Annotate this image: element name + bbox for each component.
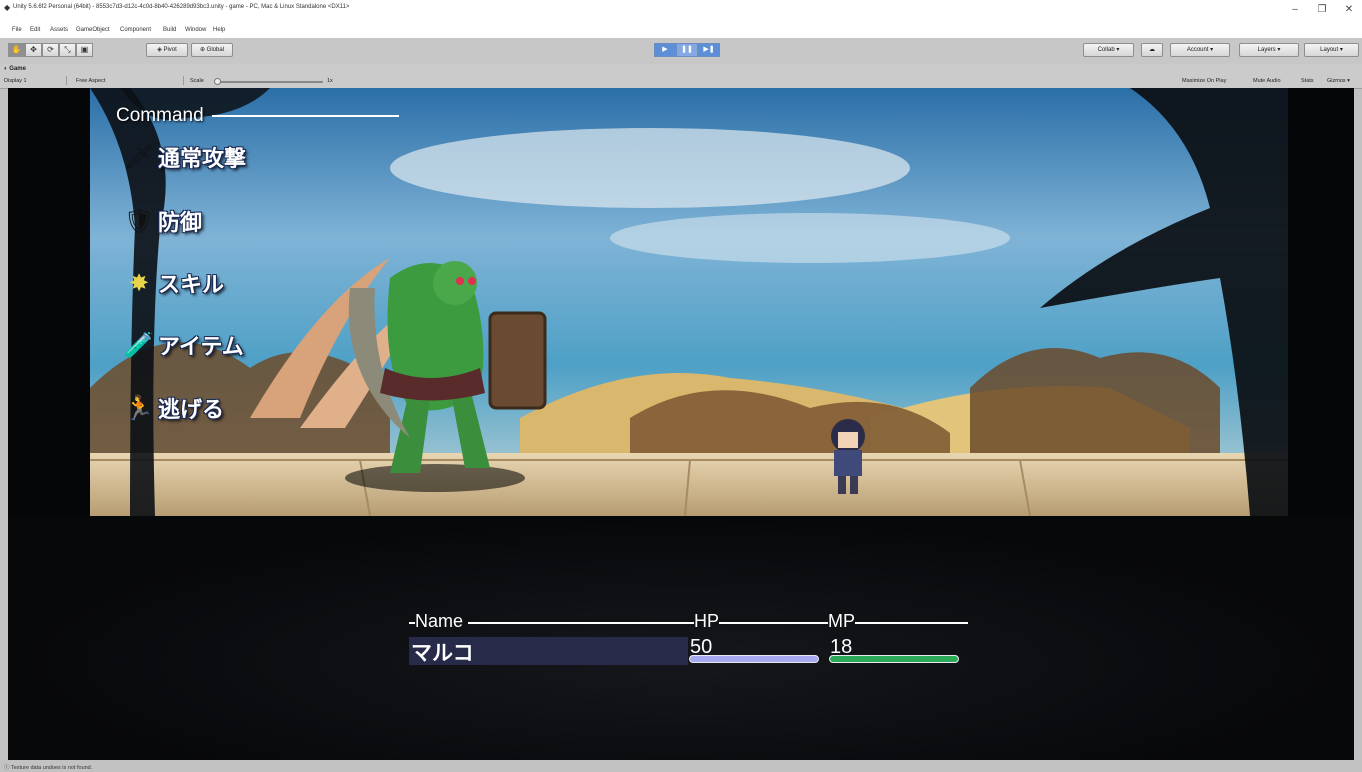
scale-value: 1x — [327, 78, 333, 84]
battle-background — [90, 88, 1288, 516]
shield-icon: 🛡 — [123, 207, 155, 235]
game-view: Command 🗡 通常攻撃 🛡 防御 ✸ スキル 🧪 アイテム 🏃 逃げる N… — [8, 88, 1354, 760]
menu-assets[interactable]: Assets — [50, 27, 68, 33]
command-skill[interactable]: ✸ スキル — [122, 266, 224, 300]
gizmos-dropdown[interactable]: Gizmos ▾ — [1327, 78, 1350, 84]
info-icon: ⓘ — [4, 765, 11, 771]
sword-icon: 🗡 — [123, 143, 155, 171]
scale-slider-thumb[interactable] — [214, 78, 221, 85]
main-toolbar: ✋ ✥ ⟳ ⤡ ▣ ◈ Pivot ⊕ Global ▶ ❚❚ ▶❚ Colla… — [0, 38, 1362, 65]
stats-toggle[interactable]: Stats — [1301, 78, 1314, 84]
console-message-text: Texture data undoes is not found. — [10, 765, 93, 771]
cloud-button[interactable]: ☁ — [1141, 43, 1163, 57]
separator — [183, 76, 184, 85]
transform-tools: ✋ ✥ ⟳ ⤡ ▣ — [8, 43, 93, 57]
mp-bar — [829, 655, 959, 663]
status-header-line — [468, 622, 694, 624]
command-defend[interactable]: 🛡 防御 — [122, 204, 202, 238]
menu-build[interactable]: Build — [163, 27, 176, 33]
account-dropdown[interactable]: Account ▾ — [1170, 43, 1230, 57]
minimize-button[interactable]: – — [1288, 4, 1302, 15]
rotate-tool-icon[interactable]: ⟳ — [42, 43, 59, 57]
command-label: スキル — [158, 272, 225, 297]
command-normal-attack[interactable]: 🗡 通常攻撃 — [122, 140, 246, 174]
display-dropdown[interactable]: Display 1 — [4, 78, 27, 84]
mp-column-header: MP — [828, 611, 855, 631]
menu-gameobject[interactable]: GameObject — [76, 27, 110, 33]
command-label: 防御 — [158, 210, 203, 235]
scale-tool-icon[interactable]: ⤡ — [59, 43, 76, 57]
menu-help[interactable]: Help — [213, 27, 225, 33]
window-title: Unity 5.6.6f2 Personal (64bit) - 8553c7d… — [13, 4, 350, 10]
layers-dropdown[interactable]: Layers ▾ — [1239, 43, 1299, 57]
global-toggle[interactable]: ⊕ Global — [191, 43, 233, 57]
pause-button[interactable]: ❚❚ — [676, 43, 698, 57]
skill-star-icon: ✸ — [128, 269, 150, 297]
mp-bar-fill — [830, 656, 958, 662]
hp-bar — [689, 655, 819, 663]
collab-dropdown[interactable]: Collab ▾ — [1083, 43, 1134, 57]
aspect-dropdown[interactable]: Free Aspect — [76, 78, 105, 84]
layout-dropdown[interactable]: Layout ▾ — [1304, 43, 1359, 57]
menu-bar: File Edit Assets GameObject Component Bu… — [0, 22, 1362, 38]
potion-icon: 🧪 — [124, 331, 154, 359]
name-column-header: Name — [415, 611, 464, 631]
menu-window[interactable]: Window — [185, 27, 206, 33]
console-message[interactable]: ⓘ Texture data undoes is not found. — [4, 763, 92, 771]
scale-slider[interactable] — [215, 81, 323, 83]
menu-edit[interactable]: Edit — [30, 27, 40, 33]
title-bar: ◆ Unity 5.6.6f2 Personal (64bit) - 8553c… — [0, 0, 1362, 22]
status-header-line — [719, 622, 828, 624]
mute-audio-toggle[interactable]: Mute Audio — [1253, 78, 1281, 84]
status-bar: ⓘ Texture data undoes is not found. — [0, 760, 1362, 772]
command-escape[interactable]: 🏃 逃げる — [122, 391, 224, 425]
cloud-icon: ☁ — [1149, 47, 1155, 53]
play-controls: ▶ ❚❚ ▶❚ — [654, 43, 720, 57]
rect-tool-icon[interactable]: ▣ — [76, 43, 93, 57]
command-header: Command — [116, 105, 204, 126]
command-label: 逃げる — [158, 397, 225, 422]
hp-bar-fill — [690, 656, 818, 662]
pivot-toggle[interactable]: ◈ Pivot — [146, 43, 188, 57]
hp-column-header: HP — [694, 611, 720, 631]
scale-label: Scale — [190, 78, 204, 84]
game-tab-bar: ◐ Game Display 1 Free Aspect Scale 1x Ma… — [0, 64, 1362, 89]
separator — [66, 76, 67, 85]
run-icon: 🏃 — [124, 394, 154, 422]
play-button[interactable]: ▶ — [654, 43, 676, 57]
command-label: 通常攻撃 — [158, 146, 247, 171]
tab-game-label: Game — [9, 66, 26, 72]
tab-game[interactable]: ◐ Game — [4, 66, 26, 72]
command-item[interactable]: 🧪 アイテム — [122, 328, 244, 362]
step-button[interactable]: ▶❚ — [698, 43, 720, 57]
menu-component[interactable]: Component — [120, 27, 151, 33]
command-label: アイテム — [158, 334, 244, 359]
command-header-line — [212, 115, 399, 117]
maximize-button[interactable]: ❐ — [1315, 4, 1329, 15]
menu-file[interactable]: File — [12, 27, 22, 33]
hand-tool-icon[interactable]: ✋ — [8, 43, 25, 57]
maximize-on-play-toggle[interactable]: Maximize On Play — [1182, 78, 1226, 84]
unity-logo-icon: ◆ — [4, 3, 11, 12]
status-header-line — [855, 622, 968, 624]
close-button[interactable]: ✕ — [1342, 4, 1356, 15]
party-member-name: マルコ — [411, 642, 474, 665]
move-tool-icon[interactable]: ✥ — [25, 43, 42, 57]
